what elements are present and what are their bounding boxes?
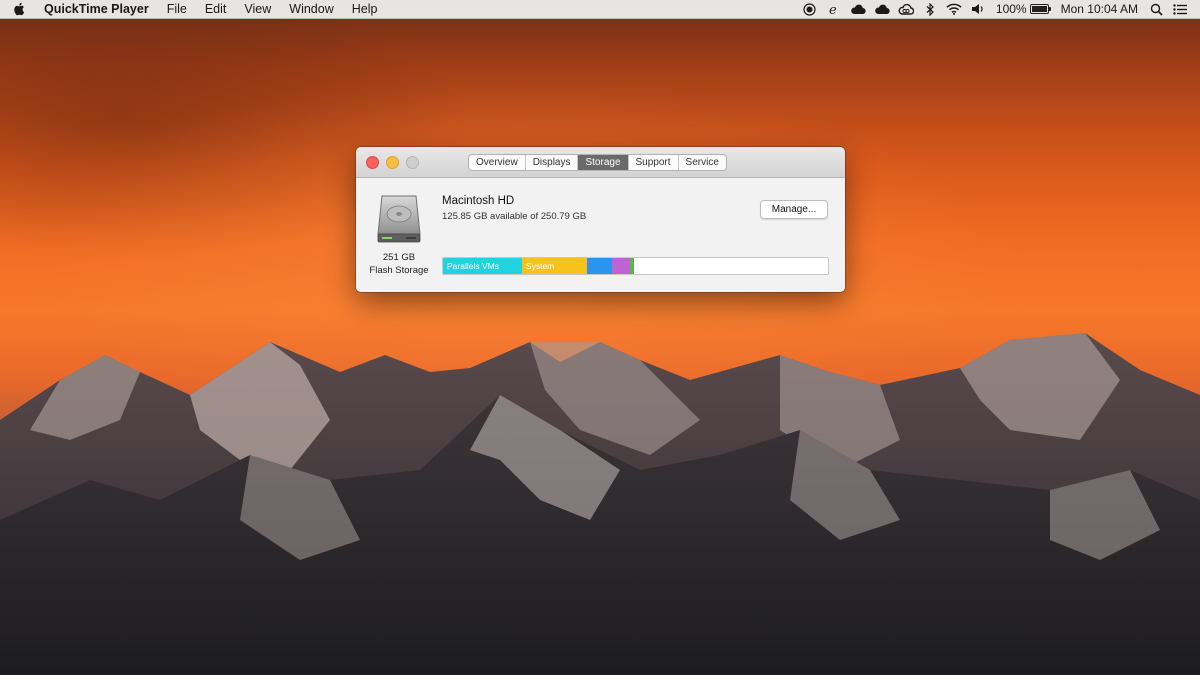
mountain-range: [0, 333, 1200, 675]
menu-window[interactable]: Window: [280, 0, 342, 18]
cloud-icon[interactable]: [846, 0, 870, 18]
tab-displays[interactable]: Displays: [526, 155, 579, 170]
storage-usage-bar[interactable]: Parallels VMs System: [442, 257, 829, 275]
bluetooth-icon[interactable]: [918, 0, 942, 18]
about-this-mac-window: Overview Displays Storage Support Servic…: [356, 147, 845, 292]
record-icon[interactable]: [798, 0, 822, 18]
storage-segment-system[interactable]: System: [521, 258, 588, 274]
manage-button[interactable]: Manage...: [760, 200, 828, 219]
menu-file[interactable]: File: [158, 0, 196, 18]
tab-service[interactable]: Service: [679, 155, 726, 170]
tab-bar: Overview Displays Storage Support Servic…: [468, 154, 727, 171]
disk-type: Flash Storage: [369, 265, 429, 276]
menu-app-name[interactable]: QuickTime Player: [38, 0, 158, 18]
menu-clock[interactable]: Mon 10:04 AM: [1055, 0, 1144, 18]
apple-menu-icon[interactable]: [0, 0, 38, 18]
tab-storage[interactable]: Storage: [578, 155, 629, 170]
wifi-icon[interactable]: [942, 0, 966, 18]
edge-icon[interactable]: e: [822, 0, 846, 18]
window-titlebar[interactable]: Overview Displays Storage Support Servic…: [356, 147, 845, 178]
storage-panel: 251 GB Flash Storage Macintosh HD 125.85…: [356, 178, 845, 292]
storage-segment-other-3[interactable]: [611, 258, 630, 274]
disk-name: Macintosh HD: [442, 195, 515, 207]
spotlight-search-icon[interactable]: [1144, 0, 1168, 18]
minimize-button[interactable]: [386, 156, 399, 169]
battery-percent: 100%: [995, 2, 1027, 16]
zoom-button: [406, 156, 419, 169]
menu-help[interactable]: Help: [343, 0, 387, 18]
menu-edit[interactable]: Edit: [196, 0, 236, 18]
tab-support[interactable]: Support: [629, 155, 679, 170]
close-button[interactable]: [366, 156, 379, 169]
storage-segment-parallels-vms[interactable]: Parallels VMs: [443, 258, 522, 274]
svg-text:e: e: [829, 3, 837, 16]
notification-center-icon[interactable]: [1168, 0, 1192, 18]
disk-size: 251 GB: [382, 252, 416, 263]
cloud-icon[interactable]: [870, 0, 894, 18]
creative-cloud-icon[interactable]: [894, 0, 918, 18]
storage-segment-other-2[interactable]: [587, 258, 612, 274]
storage-segment-other-4[interactable]: [629, 258, 634, 274]
disk-available: 125.85 GB available of 250.79 GB: [442, 211, 587, 222]
hard-drive-icon: [377, 195, 421, 243]
battery-icon: [1029, 4, 1051, 14]
menu-view[interactable]: View: [235, 0, 280, 18]
desktop-wallpaper: [0, 0, 1200, 675]
volume-icon[interactable]: [966, 0, 990, 18]
menu-bar: QuickTime Player File Edit View Window H…: [0, 0, 1200, 19]
battery-indicator[interactable]: 100%: [990, 0, 1055, 18]
battery-level-fill: [1031, 6, 1047, 12]
tab-overview[interactable]: Overview: [469, 155, 526, 170]
